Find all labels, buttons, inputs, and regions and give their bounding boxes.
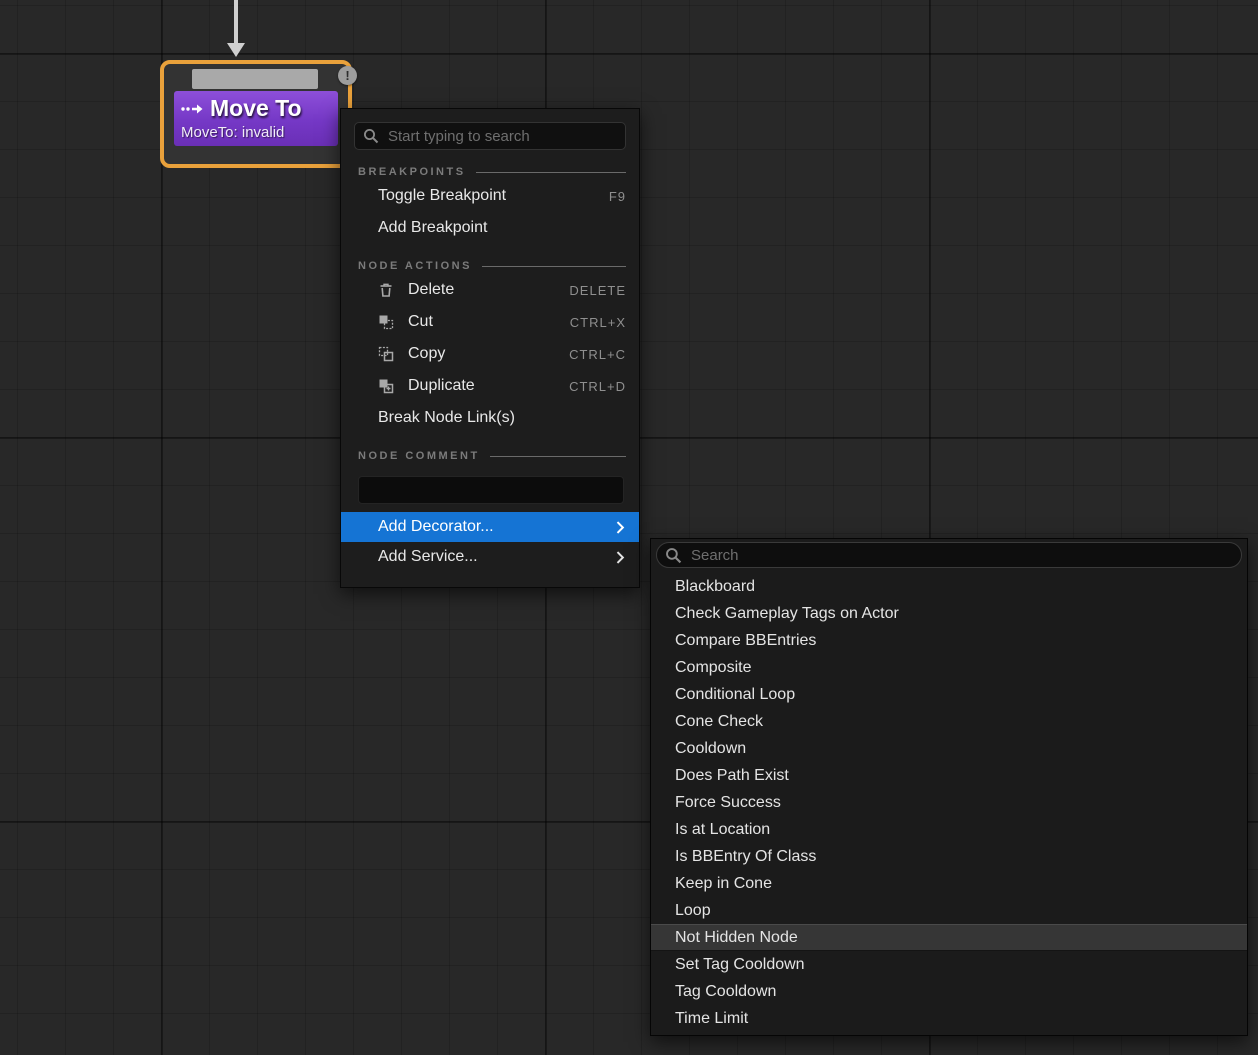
decorator-item-check-gameplay-tags[interactable]: Check Gameplay Tags on Actor	[651, 600, 1247, 627]
duplicate-icon	[378, 378, 395, 395]
section-breakpoints: BREAKPOINTS	[358, 164, 626, 180]
decorator-item-not-hidden-node[interactable]: Not Hidden Node	[651, 924, 1247, 951]
chevron-right-icon	[616, 521, 625, 534]
menu-item-label: Copy	[408, 345, 445, 363]
context-menu-search[interactable]	[354, 122, 626, 150]
menu-item-label: Add Breakpoint	[378, 219, 487, 237]
menu-item-label: Toggle Breakpoint	[378, 187, 506, 205]
decorator-item-set-tag-cooldown[interactable]: Set Tag Cooldown	[651, 951, 1247, 978]
search-icon	[363, 128, 379, 144]
decorator-item-conditional-loop[interactable]: Conditional Loop	[651, 681, 1247, 708]
decorator-item-is-bbentry-of-class[interactable]: Is BBEntry Of Class	[651, 843, 1247, 870]
decorator-list: Blackboard Check Gameplay Tags on Actor …	[651, 573, 1247, 1032]
section-divider	[490, 456, 626, 457]
section-node-comment: NODE COMMENT	[358, 448, 626, 464]
section-divider	[476, 172, 626, 173]
node-subtitle: MoveTo: invalid	[174, 123, 338, 146]
chevron-right-icon	[616, 551, 625, 564]
decorator-item-is-at-location[interactable]: Is at Location	[651, 816, 1247, 843]
move-to-node[interactable]: Move To MoveTo: invalid !	[160, 60, 352, 168]
wire-arrowhead-icon	[227, 43, 245, 57]
menu-item-add-decorator[interactable]: Add Decorator...	[341, 512, 639, 542]
menu-item-shortcut: CTRL+D	[569, 379, 626, 394]
section-divider	[482, 266, 626, 267]
context-menu-search-input[interactable]	[386, 127, 617, 146]
menu-item-shortcut: CTRL+X	[570, 315, 626, 330]
section-label: NODE COMMENT	[358, 450, 480, 462]
menu-item-shortcut: F9	[609, 189, 626, 204]
menu-item-break-node-links[interactable]: Break Node Link(s)	[341, 402, 639, 434]
submenu-search[interactable]	[656, 542, 1242, 568]
decorator-item-loop[interactable]: Loop	[651, 897, 1247, 924]
node-body: Move To MoveTo: invalid	[174, 91, 338, 146]
decorator-item-keep-in-cone[interactable]: Keep in Cone	[651, 870, 1247, 897]
decorator-item-does-path-exist[interactable]: Does Path Exist	[651, 762, 1247, 789]
menu-item-cut[interactable]: Cut CTRL+X	[341, 306, 639, 338]
node-warning-badge: !	[338, 66, 357, 85]
menu-item-shortcut: DELETE	[569, 283, 626, 298]
menu-item-shortcut: CTRL+C	[569, 347, 626, 362]
menu-item-label: Break Node Link(s)	[378, 409, 515, 427]
copy-icon	[378, 346, 395, 363]
submenu-search-input[interactable]	[689, 546, 1233, 565]
menu-item-delete[interactable]: Delete DELETE	[341, 274, 639, 306]
search-icon	[665, 547, 682, 564]
menu-item-add-service[interactable]: Add Service...	[341, 542, 639, 572]
add-decorator-submenu: Blackboard Check Gameplay Tags on Actor …	[650, 538, 1248, 1036]
decorator-item-compare-bbentries[interactable]: Compare BBEntries	[651, 627, 1247, 654]
node-context-menu: BREAKPOINTS Toggle Breakpoint F9 Add Bre…	[340, 108, 640, 588]
move-to-arrow-icon	[180, 102, 204, 116]
menu-item-toggle-breakpoint[interactable]: Toggle Breakpoint F9	[341, 180, 639, 212]
decorator-item-composite[interactable]: Composite	[651, 654, 1247, 681]
decorator-item-force-success[interactable]: Force Success	[651, 789, 1247, 816]
cut-icon	[378, 314, 395, 331]
menu-item-label: Cut	[408, 313, 433, 331]
menu-item-copy[interactable]: Copy CTRL+C	[341, 338, 639, 370]
node-name-plate	[192, 69, 318, 89]
decorator-item-time-limit[interactable]: Time Limit	[651, 1005, 1247, 1032]
incoming-wire	[227, 0, 245, 58]
menu-item-label: Duplicate	[408, 377, 475, 395]
node-title: Move To	[210, 95, 302, 122]
wire-line	[234, 0, 238, 44]
decorator-item-cone-check[interactable]: Cone Check	[651, 708, 1247, 735]
section-label: BREAKPOINTS	[358, 166, 466, 178]
section-node-actions: NODE ACTIONS	[358, 258, 626, 274]
section-label: NODE ACTIONS	[358, 260, 472, 272]
node-comment-input[interactable]	[358, 476, 624, 504]
menu-item-duplicate[interactable]: Duplicate CTRL+D	[341, 370, 639, 402]
menu-item-label: Delete	[408, 281, 454, 299]
decorator-item-blackboard[interactable]: Blackboard	[651, 573, 1247, 600]
decorator-item-cooldown[interactable]: Cooldown	[651, 735, 1247, 762]
node-top-strip	[164, 64, 348, 91]
menu-item-label: Add Decorator...	[378, 518, 494, 536]
menu-item-add-breakpoint[interactable]: Add Breakpoint	[341, 212, 639, 244]
trash-icon	[378, 282, 395, 299]
menu-item-label: Add Service...	[378, 548, 478, 566]
decorator-item-tag-cooldown[interactable]: Tag Cooldown	[651, 978, 1247, 1005]
